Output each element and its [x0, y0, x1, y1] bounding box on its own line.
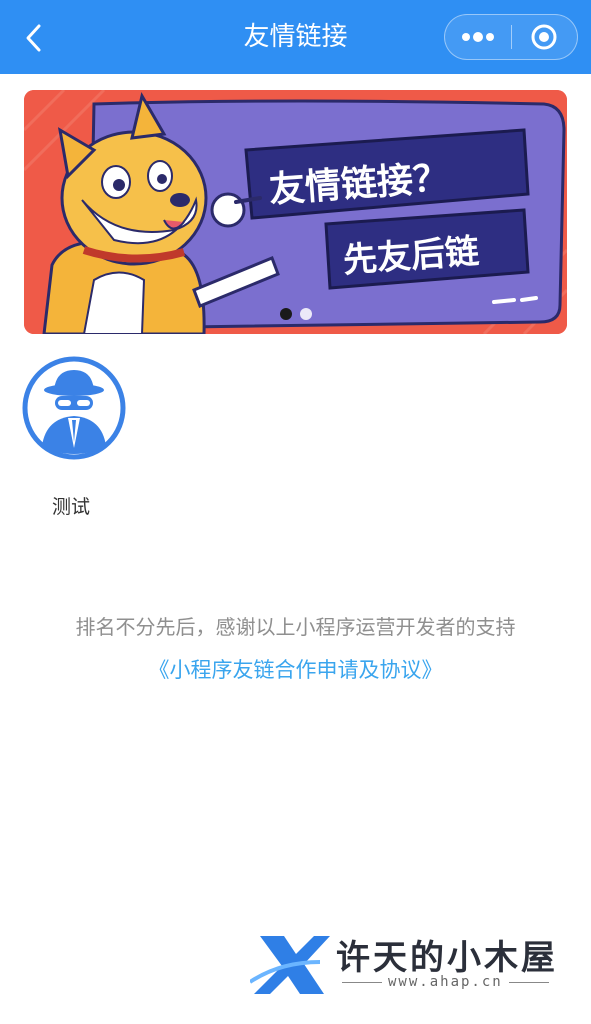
watermark-logo-icon [250, 936, 330, 994]
banner-illustration: 友情链接？ 先友后链 [24, 90, 567, 334]
capsule-menu [444, 14, 578, 60]
watermark-line-left [342, 981, 382, 983]
navigation-bar: 友情链接 [0, 0, 591, 74]
spy-avatar-icon [22, 356, 126, 460]
banner-carousel[interactable]: 友情链接？ 先友后链 [24, 90, 567, 334]
watermark-url-row: www.ahap.cn [336, 974, 555, 990]
more-dots-icon [461, 32, 494, 42]
agreement-link[interactable]: 《小程序友链合作申请及协议》 [0, 654, 591, 684]
carousel-dot-2[interactable] [299, 308, 312, 320]
thanks-notice: 排名不分先后，感谢以上小程序运营开发者的支持 [75, 615, 516, 639]
target-circle-icon [531, 24, 557, 50]
carousel-indicators [24, 308, 567, 320]
more-button[interactable] [445, 15, 511, 59]
watermark: 许天的小木屋 www.ahap.cn [250, 930, 580, 1000]
watermark-url: www.ahap.cn [388, 974, 503, 990]
carousel-dot-1[interactable] [279, 308, 292, 320]
watermark-line-right [508, 981, 549, 983]
friend-name: 测试 [52, 496, 91, 518]
watermark-title: 许天的小木屋 [336, 938, 558, 978]
friend-link-item[interactable]: 测试 [22, 356, 132, 518]
close-miniprogram-button[interactable] [512, 15, 578, 59]
